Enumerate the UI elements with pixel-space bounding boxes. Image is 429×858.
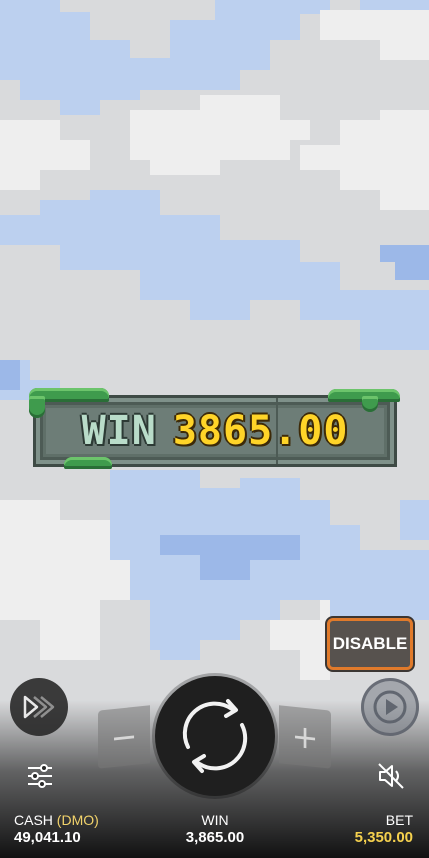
sliders-icon <box>28 764 52 788</box>
cash-stat: CASH (DMO) 49,041.10 <box>14 812 99 846</box>
increase-bet-button[interactable]: + <box>279 705 331 769</box>
fast-forward-icon <box>23 695 55 719</box>
bet-label: BET <box>385 812 413 828</box>
decrease-bet-button[interactable]: − <box>98 705 150 769</box>
sound-button[interactable] <box>375 760 407 792</box>
win-banner-label: WIN <box>81 408 157 454</box>
cash-mode-label: (DMO) <box>56 812 99 828</box>
cash-value: 49,041.10 <box>14 829 81 846</box>
win-value: 3,865.00 <box>185 829 245 846</box>
vine-right-drip <box>362 396 378 412</box>
win-banner-plate: WIN 3865.00 <box>46 408 384 454</box>
cash-label: CASH <box>14 812 53 828</box>
bet-stat: BET 5,350.00 <box>355 812 413 846</box>
banner-crack <box>276 398 278 464</box>
spin-button[interactable] <box>155 676 275 796</box>
disable-button[interactable]: DISABLE <box>327 618 413 670</box>
bet-value: 5,350.00 <box>354 829 413 846</box>
vine-left-drip <box>29 396 45 418</box>
autoplay-button[interactable] <box>361 678 419 736</box>
spin-arrows-icon <box>182 699 248 773</box>
turbo-button[interactable] <box>10 678 68 736</box>
cash-label-row: CASH (DMO) <box>14 812 99 828</box>
win-banner-amount: 3865.00 <box>172 408 349 454</box>
settings-button[interactable] <box>24 760 56 792</box>
win-stat: WIN 3,865.00 <box>150 812 280 846</box>
win-label: WIN <box>201 812 229 828</box>
muted-speaker-icon <box>378 763 404 789</box>
vine-bottom-left <box>64 457 112 469</box>
autoplay-icon <box>373 690 407 724</box>
